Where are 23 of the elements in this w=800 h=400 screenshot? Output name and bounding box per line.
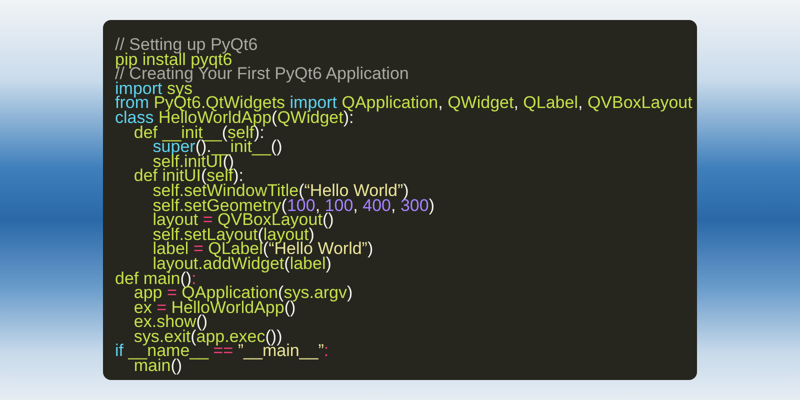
code-line: super().__init__() <box>152 140 282 155</box>
code-line: self.setWindowTitle(“Hello World”) <box>152 184 409 199</box>
code-line: def main(): <box>115 272 196 286</box>
code-line: def initUI(self): <box>132 169 244 184</box>
code-line: layout.addWidget(label) <box>152 256 332 272</box>
code-line: from PyQt6.QtWidgets import QApplication, QWidget, QLabel, QVBoxLayout <box>115 96 692 111</box>
code-line: self.initUI() <box>152 154 234 170</box>
code-line: if __name__ == ”__main__”: <box>115 344 329 360</box>
code-line: pip install pyqt6 <box>115 52 232 68</box>
code-line: class HelloWorldApp(QWidget): <box>115 110 354 126</box>
code-line: self.setLayout(layout) <box>152 228 314 242</box>
code-line: ex.show() <box>132 315 208 330</box>
code-line: layout = QVBoxLayout() <box>152 213 334 228</box>
code-line: label = QLabel(“Hello World”) <box>152 242 374 257</box>
code-line: // Creating Your First PyQt6 Application <box>115 67 409 82</box>
code-line: // Setting up PyQt6 <box>115 38 258 53</box>
code-line: import sys <box>115 82 192 96</box>
code-line: def __init__(self): <box>134 126 264 140</box>
code-line: app = QApplication(sys.argv) <box>134 286 353 301</box>
code-line: sys.exit(app.exec()) <box>132 330 282 344</box>
code-line: main() <box>134 359 182 374</box>
code-line: ex = HelloWorldApp() <box>132 300 296 316</box>
code-line: self.setGeometry(100, 100, 400, 300) <box>152 198 434 214</box>
